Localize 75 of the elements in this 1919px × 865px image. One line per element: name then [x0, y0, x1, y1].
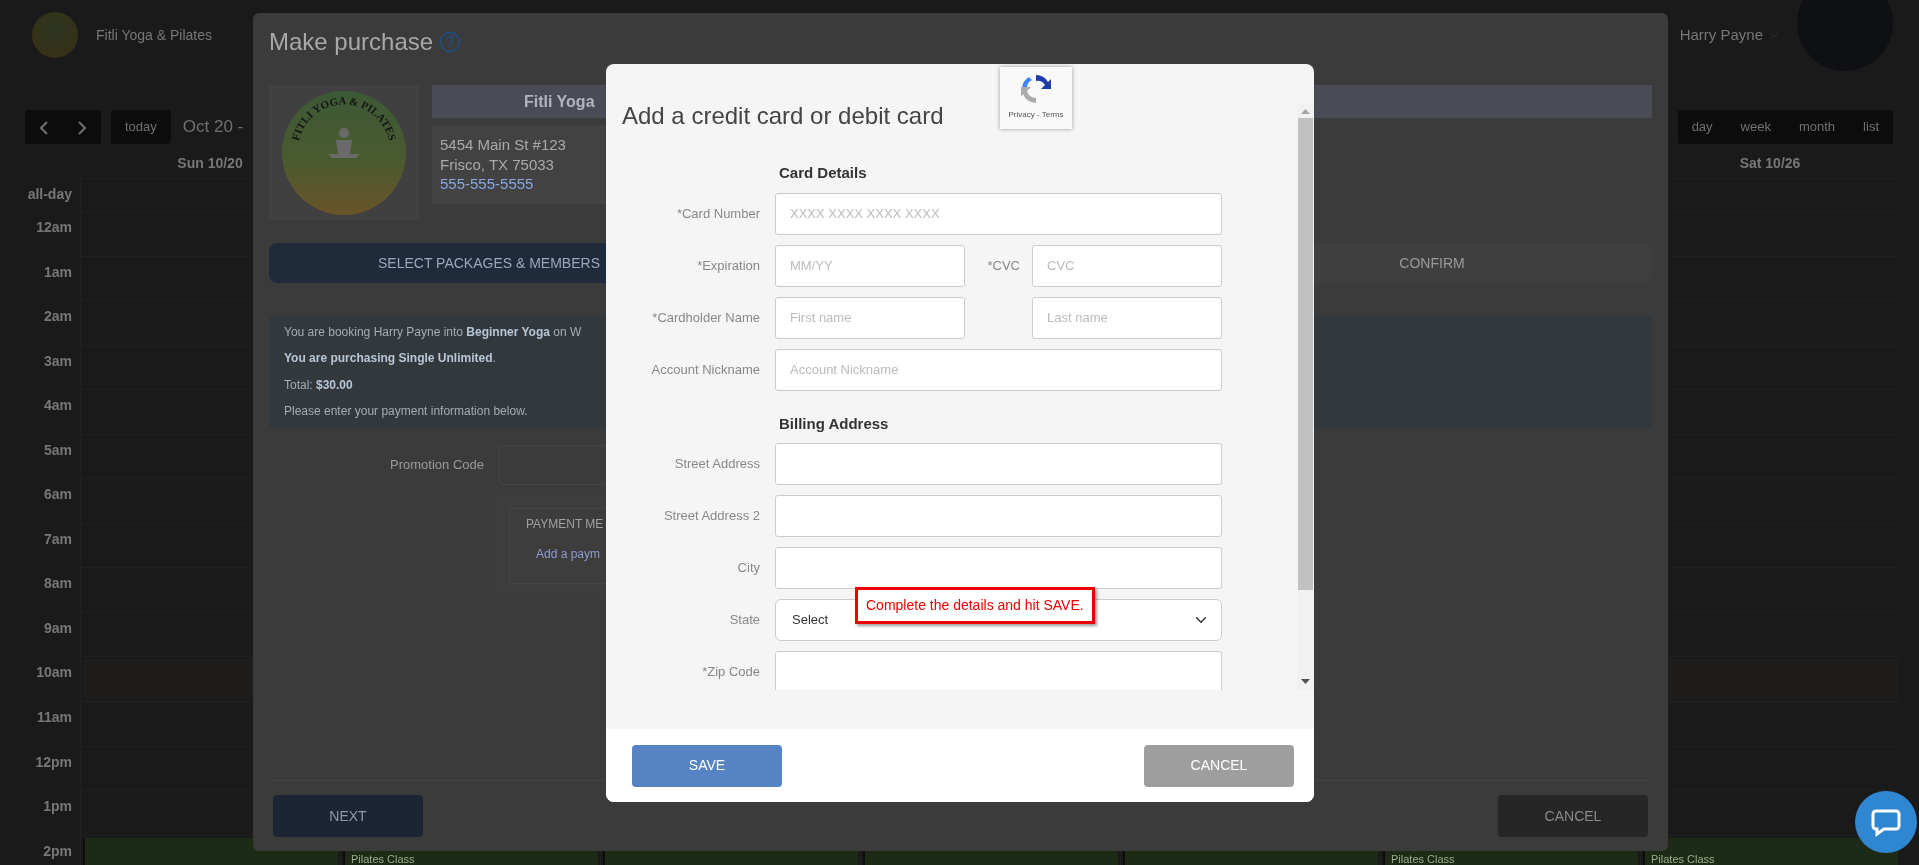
time-label: 12am: [35, 218, 73, 237]
time-label: 2pm: [42, 841, 73, 861]
event-title: Pilates Class: [351, 852, 415, 865]
field-label: Street Address: [673, 455, 760, 474]
studio-name: Fitli Yoga: [524, 91, 595, 112]
time-label: all-day: [26, 185, 73, 204]
field-label: State: [728, 611, 760, 630]
time-label: 1pm: [42, 797, 73, 816]
address-line: Frisco, TX 75033: [440, 154, 555, 174]
studio-name: Fitli Yoga & Pilates: [96, 25, 212, 45]
cancel-button[interactable]: CANCEL: [1144, 744, 1294, 787]
input-field[interactable]: [775, 495, 1222, 537]
field-label: *Zip Code: [701, 663, 760, 682]
summary-text: Total: $30.00: [284, 377, 354, 393]
chevron-right-icon: [77, 120, 87, 135]
time-label: 3am: [42, 351, 73, 371]
scrollbar[interactable]: [1297, 104, 1314, 690]
summary-text: You are purchasing Single Unlimited.: [284, 351, 497, 366]
help-icon[interactable]: [439, 31, 462, 53]
time-label: 4am: [42, 396, 73, 415]
field-label: City: [736, 559, 760, 578]
field-label: Street Address 2: [662, 507, 760, 526]
input-field[interactable]: Last name: [1032, 296, 1222, 339]
time-label: 1am: [42, 262, 73, 282]
event-title: Pilates Class: [1651, 852, 1715, 865]
event-title: Pilates Class: [1391, 852, 1455, 865]
phone-link[interactable]: 555-555-5555: [440, 175, 534, 192]
time-label: 6am: [42, 485, 73, 504]
input-field[interactable]: [775, 651, 1222, 690]
input-field[interactable]: MM/YY: [775, 244, 965, 287]
recaptcha-links[interactable]: Privacy - Terms: [1008, 109, 1064, 121]
studio-logo: [32, 12, 78, 58]
instruction-callout: Complete the details and hit SAVE.: [855, 587, 1095, 624]
field-label: Account Nickname: [650, 360, 760, 379]
save-button[interactable]: SAVE: [632, 744, 782, 787]
summary-text: Please enter your payment information below.: [284, 404, 529, 419]
section-title: PAYMENT ME: [526, 515, 604, 533]
summary-text: You are booking Harry Payne into Beginner Yoga on W: [284, 325, 583, 340]
input-field[interactable]: [775, 443, 1222, 485]
scrollbar-thumb[interactable]: [1298, 118, 1313, 590]
input-field[interactable]: CVC: [1032, 244, 1222, 287]
field-label: *Cardholder Name: [651, 308, 760, 327]
time-label: 8am: [42, 574, 73, 593]
chevron-left-icon: [39, 120, 49, 135]
day-header: Sun 10/20: [176, 153, 244, 173]
field-label: Promotion Code: [389, 455, 484, 474]
section-heading: Billing Address: [779, 413, 890, 434]
input-field[interactable]: [775, 547, 1222, 589]
address-line: 5454 Main St #123: [440, 135, 567, 155]
input-field[interactable]: First name: [775, 296, 965, 339]
time-label: 2am: [42, 307, 73, 326]
recaptcha-icon: [1019, 72, 1053, 106]
cancel-button[interactable]: CANCEL: [1498, 795, 1648, 837]
user-menu[interactable]: Harry Payne: [1679, 23, 1779, 47]
time-label: 5am: [42, 440, 73, 460]
add-payment-link[interactable]: Add a paym: [536, 544, 601, 563]
field-label: *Card Number: [675, 204, 760, 223]
dialog-title: Add a credit card or debit card: [622, 104, 944, 128]
scroll-up-icon[interactable]: [1301, 109, 1310, 114]
time-label: 7am: [42, 529, 73, 549]
input-field[interactable]: Account Nickname: [775, 348, 1222, 391]
date-range: Oct 20 -: [182, 116, 244, 139]
time-label: 9am: [42, 618, 73, 638]
section-heading: Card Details: [779, 163, 868, 183]
day-header: Sat 10/26: [1738, 153, 1802, 173]
next-button[interactable]: NEXT: [273, 795, 423, 837]
dialog-title: Make purchase: [269, 27, 434, 57]
time-label: 12pm: [34, 752, 73, 772]
input-field[interactable]: XXXX XXXX XXXX XXXX: [775, 192, 1222, 235]
time-label: 10am: [35, 663, 73, 682]
time-label: 11am: [35, 708, 73, 727]
today-button[interactable]: today: [111, 110, 171, 144]
field-label: *CVC: [986, 256, 1021, 275]
scroll-down-icon[interactable]: [1301, 679, 1310, 684]
chat-icon: [1871, 807, 1901, 837]
